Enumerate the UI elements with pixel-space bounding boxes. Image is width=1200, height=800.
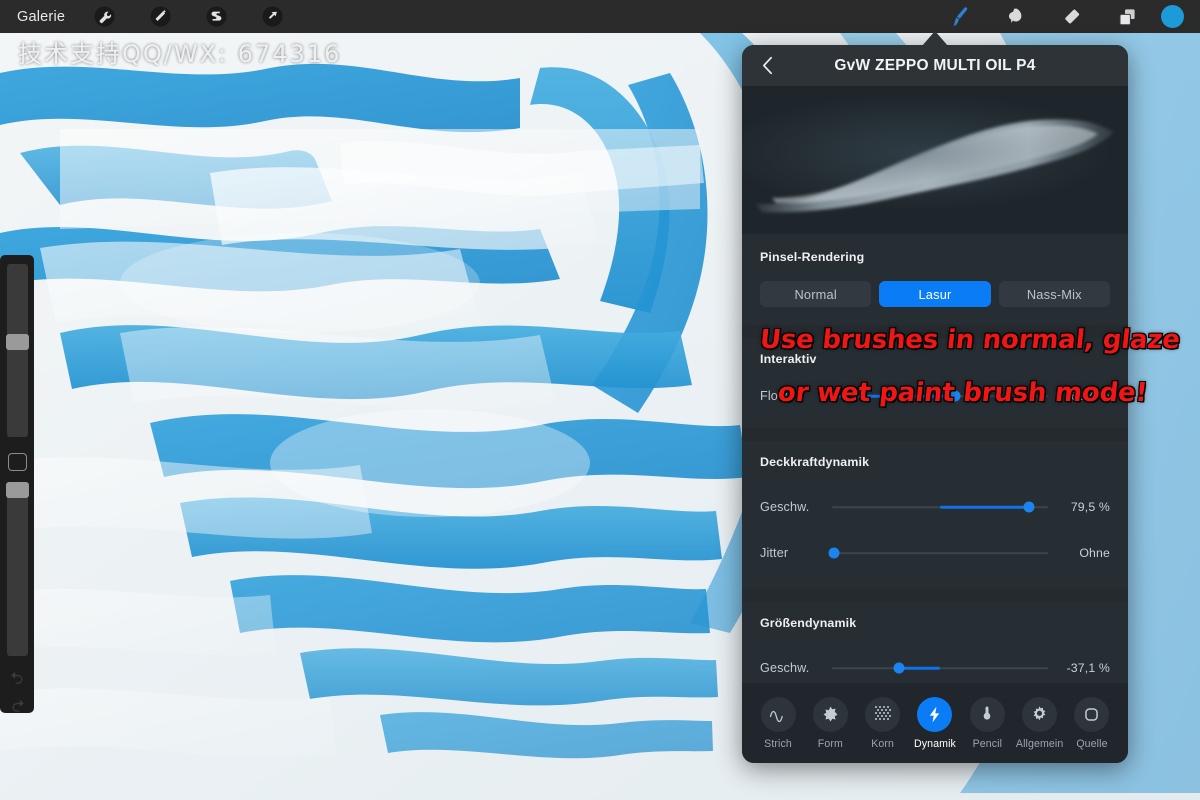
- gallery-button[interactable]: Galerie: [17, 9, 65, 25]
- selection-icon[interactable]: [199, 3, 233, 30]
- tab-form[interactable]: Form: [806, 696, 854, 750]
- tab-strich[interactable]: Strich: [754, 696, 802, 750]
- undo-redo-group: [9, 670, 26, 713]
- watermark-text: 技术支持QQ/WX: 674316: [18, 40, 342, 68]
- segment-lasur[interactable]: Lasur: [879, 281, 991, 307]
- brush-size-knob[interactable]: [5, 334, 29, 350]
- row-value-size-speed: -37,1 %: [1066, 661, 1110, 675]
- slider-size-speed[interactable]: [832, 657, 1048, 679]
- slider-knob-opacity-jitter[interactable]: [828, 547, 840, 559]
- slider-knob-size-speed[interactable]: [893, 662, 905, 674]
- tab-label-korn: Korn: [871, 737, 895, 750]
- panel-header: GvW ZEPPO MULTI OIL P4: [742, 45, 1128, 86]
- section-title-size-dynamics: Größendynamik: [760, 616, 857, 630]
- brush-size-slider[interactable]: [5, 264, 29, 437]
- segment-normal[interactable]: Normal: [760, 281, 872, 307]
- tab-label-pencil: Pencil: [972, 737, 1003, 750]
- row-value-opacity-jitter: Ohne: [1079, 546, 1110, 560]
- brush-stroke-preview: [742, 86, 1128, 234]
- section-title-opacity-dynamics: Deckkraftdynamik: [760, 455, 870, 469]
- slider-track: [832, 667, 1048, 669]
- slider-opacity-jitter[interactable]: [828, 542, 1048, 564]
- section-size-dynamics: Größendynamik Geschw. -37,1 %: [742, 602, 1128, 683]
- section-rendering: Pinsel-Rendering Normal Lasur Nass-Mix: [742, 234, 1128, 325]
- rendering-segmented-control[interactable]: Normal Lasur Nass-Mix: [760, 281, 1110, 307]
- shape-icon: [812, 696, 848, 732]
- left-sidebar: [0, 255, 34, 713]
- color-swatch-button[interactable]: [1161, 5, 1184, 28]
- stroke-path-icon: [760, 696, 796, 732]
- eraser-icon[interactable]: [1043, 0, 1099, 33]
- divider-2: [742, 428, 1128, 441]
- lightning-bolt-icon: [917, 696, 953, 732]
- tab-label-strich: Strich: [764, 737, 792, 750]
- row-value-opacity-speed: 79,5 %: [1070, 500, 1110, 514]
- row-size-speed: Geschw. -37,1 %: [760, 650, 1110, 683]
- row-label-size-speed: Geschw.: [760, 661, 810, 675]
- tab-dynamik[interactable]: Dynamik: [911, 696, 959, 750]
- wrench-icon[interactable]: [87, 3, 121, 30]
- slider-fill: [898, 666, 940, 670]
- tab-korn[interactable]: Korn: [859, 696, 907, 750]
- brush-opacity-knob[interactable]: [5, 482, 29, 499]
- panel-scroll-body: Pinsel-Rendering Normal Lasur Nass-Mix I…: [742, 234, 1128, 683]
- tab-label-allgemein: Allgemein: [1015, 737, 1064, 750]
- procreate-app: 技术支持QQ/WX: 674316 Galerie GvW ZEPPO MULT…: [0, 0, 1200, 800]
- divider-3: [742, 589, 1128, 602]
- section-opacity-dynamics: Deckkraftdynamik Geschw. 79,5 % Jitter O…: [742, 441, 1128, 589]
- panel-title: GvW ZEPPO MULTI OIL P4: [834, 56, 1036, 74]
- row-opacity-speed: Geschw. 79,5 %: [760, 489, 1110, 525]
- slider-opacity-speed[interactable]: [832, 496, 1048, 518]
- gear-icon: [1022, 696, 1058, 732]
- tab-pencil[interactable]: Pencil: [963, 696, 1011, 750]
- undo-icon[interactable]: [9, 670, 26, 685]
- grain-icon: [865, 696, 901, 732]
- segment-nass-mix[interactable]: Nass-Mix: [998, 281, 1110, 307]
- top-toolbar-right-group: [931, 0, 1200, 33]
- brush-opacity-slider[interactable]: [5, 482, 29, 656]
- top-toolbar: Galerie: [0, 0, 1200, 33]
- tab-label-form: Form: [817, 737, 843, 750]
- smudge-icon[interactable]: [987, 0, 1043, 33]
- section-title-rendering: Pinsel-Rendering: [760, 250, 865, 264]
- annotation-line-2: or wet paint brush mode!: [776, 378, 1149, 408]
- row-label-opacity-jitter: Jitter: [760, 546, 789, 560]
- slider-fill: [940, 505, 1029, 509]
- tab-label-quelle: Quelle: [1076, 737, 1108, 750]
- slider-track: [832, 552, 1048, 554]
- panel-tabbar: Strich Form Korn Dynamik Pencil Allgemei…: [742, 683, 1128, 763]
- transform-icon[interactable]: [255, 3, 289, 30]
- tab-quelle[interactable]: Quelle: [1068, 696, 1116, 750]
- redo-icon[interactable]: [9, 698, 26, 713]
- pencil-icon: [969, 696, 1005, 732]
- modify-button[interactable]: [7, 452, 27, 472]
- source-square-icon: [1074, 696, 1110, 732]
- magic-wand-icon[interactable]: [143, 3, 177, 30]
- panel-caret: [922, 31, 948, 46]
- slider-knob-opacity-speed[interactable]: [1023, 501, 1035, 513]
- tab-label-dynamik: Dynamik: [914, 737, 956, 750]
- row-opacity-jitter: Jitter Ohne: [760, 535, 1110, 571]
- annotation-line-1: Use brushes in normal, glaze: [758, 325, 1182, 355]
- layers-icon[interactable]: [1099, 0, 1155, 33]
- tab-allgemein[interactable]: Allgemein: [1015, 696, 1064, 750]
- row-label-opacity-speed: Geschw.: [760, 500, 810, 514]
- paintbrush-icon[interactable]: [931, 0, 987, 33]
- back-chevron-icon[interactable]: [754, 53, 780, 79]
